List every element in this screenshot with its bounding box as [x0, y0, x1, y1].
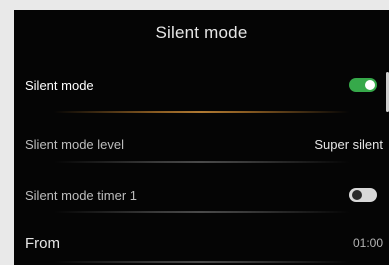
silent-mode-toggle[interactable]	[349, 78, 377, 92]
page-title: Silent mode	[155, 23, 248, 42]
silent-mode-timer-1-label: Silent mode timer 1	[25, 187, 137, 203]
divider	[54, 261, 349, 263]
silent-mode-level-value: Super silent	[314, 136, 383, 152]
from-label: From	[25, 234, 60, 252]
divider	[54, 111, 349, 113]
row-silent-mode[interactable]: Silent mode	[14, 63, 389, 107]
silent-mode-level-label: Slient mode level	[25, 136, 124, 152]
silent-mode-screen: Silent mode Silent mode Slient mode leve…	[14, 10, 389, 265]
row-from[interactable]: From 01:00	[14, 221, 389, 265]
silent-mode-timer-1-toggle[interactable]	[349, 188, 377, 202]
row-silent-mode-level[interactable]: Slient mode level Super silent	[14, 122, 389, 166]
toggle-knob	[352, 190, 362, 200]
divider	[54, 211, 349, 213]
silent-mode-label: Silent mode	[25, 77, 94, 93]
toggle-knob	[365, 80, 375, 90]
divider	[54, 161, 349, 163]
from-time-value: 01:00	[352, 236, 383, 250]
